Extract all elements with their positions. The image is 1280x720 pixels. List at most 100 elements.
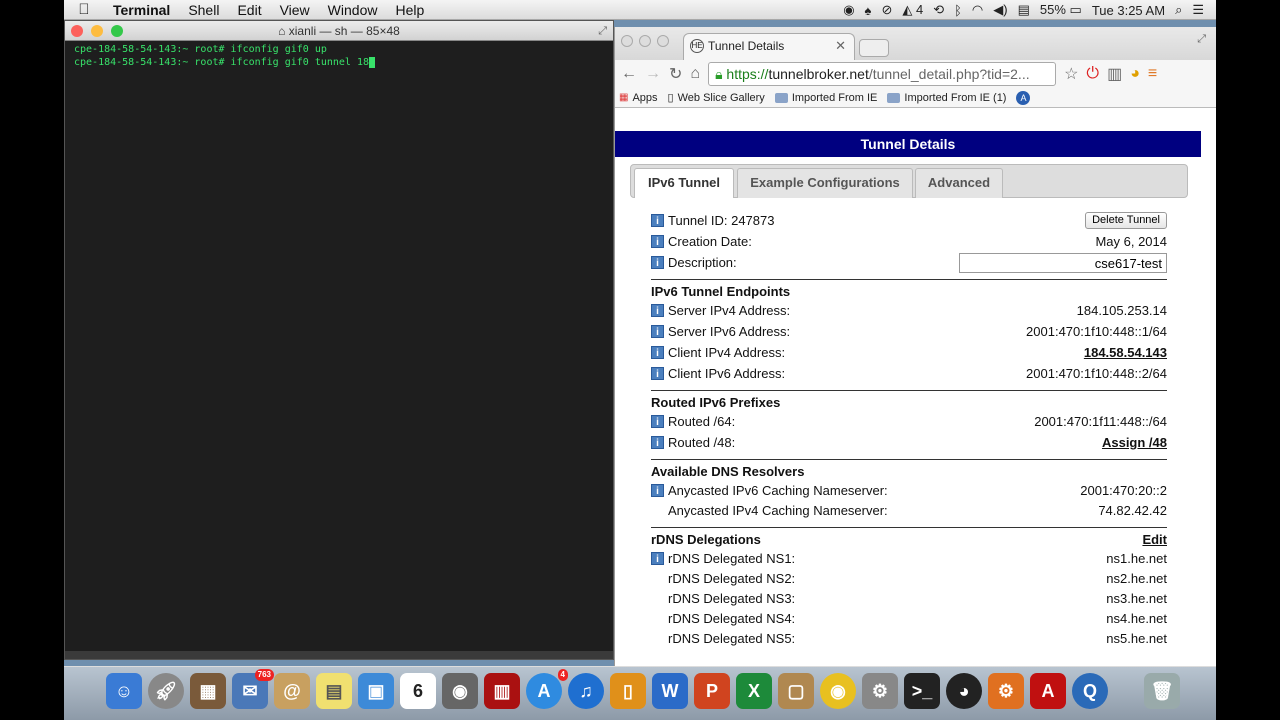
zoom-icon[interactable]: [657, 35, 669, 47]
settings-app-icon[interactable]: ⚙: [988, 673, 1024, 709]
assign-48-link[interactable]: Assign /48: [1102, 434, 1167, 452]
tab-strip: HE Tunnel Details ✕ ⤢: [615, 27, 1216, 60]
evernote-icon[interactable]: ♠: [865, 3, 872, 18]
photo-booth-icon[interactable]: ▥: [484, 673, 520, 709]
dashboard-icon[interactable]: ▦: [190, 673, 226, 709]
close-tab-icon[interactable]: ✕: [835, 34, 846, 58]
terminal-content[interactable]: cpe-184-58-54-143:~ root# ifconfig gif0 …: [65, 41, 613, 71]
qq-icon[interactable]: ◕: [946, 673, 982, 709]
trash-icon[interactable]: 🗑︎: [1144, 673, 1180, 709]
chrome-menu-icon[interactable]: ≡: [1148, 65, 1157, 83]
bookmark-star-icon[interactable]: ☆: [1064, 64, 1078, 84]
battery-percent: 55%: [1039, 2, 1066, 17]
spotlight-search-icon[interactable]: ⌕: [1175, 2, 1182, 18]
system-preferences-icon[interactable]: ⚙: [862, 673, 898, 709]
stickies-icon[interactable]: ▤: [316, 673, 352, 709]
tab-example-configurations[interactable]: Example Configurations: [737, 168, 913, 198]
forward-icon[interactable]: →: [645, 65, 661, 83]
menu-shell[interactable]: Shell: [179, 2, 228, 18]
info-icon[interactable]: i: [651, 367, 664, 380]
archive-utility-icon[interactable]: ▢: [778, 673, 814, 709]
info-icon[interactable]: i: [651, 304, 664, 317]
zoom-icon[interactable]: [111, 25, 123, 37]
menu-app-terminal[interactable]: Terminal: [104, 2, 179, 18]
address-bar[interactable]: 🔒︎ https://tunnelbroker.net/tunnel_detai…: [708, 62, 1057, 86]
bookmark-apps[interactable]: ▦ Apps: [619, 92, 658, 104]
volume-icon[interactable]: ◀): [993, 2, 1007, 18]
minimize-icon[interactable]: [91, 25, 103, 37]
bookmark-imported-from-ie-1[interactable]: Imported From IE (1): [887, 92, 1006, 104]
info-icon[interactable]: i: [651, 325, 664, 338]
minimize-icon[interactable]: [639, 35, 651, 47]
notification-center-icon[interactable]: ☰: [1192, 2, 1204, 18]
contacts-icon[interactable]: @: [274, 673, 310, 709]
terminal-titlebar[interactable]: ⌂ xianli — sh — 85×48 ⤢: [65, 21, 613, 41]
tab-advanced[interactable]: Advanced: [915, 168, 1003, 198]
info-icon[interactable]: i: [651, 436, 664, 449]
rdns-edit-link[interactable]: Edit: [1142, 532, 1167, 547]
preview-icon[interactable]: ▣: [358, 673, 394, 709]
new-tab-button[interactable]: [859, 39, 889, 57]
info-icon[interactable]: i: [651, 235, 664, 248]
notification-icon[interactable]: ◭ 4: [902, 2, 923, 18]
info-icon[interactable]: i: [651, 415, 664, 428]
delete-tunnel-button[interactable]: Delete Tunnel: [1085, 212, 1167, 229]
bookmark-web-slice-gallery[interactable]: ▯ Web Slice Gallery: [668, 91, 765, 105]
bookmark-app-icon[interactable]: A: [1016, 90, 1031, 105]
word-icon[interactable]: W: [652, 673, 688, 709]
tab-ipv6-tunnel[interactable]: IPv6 Tunnel: [634, 168, 734, 198]
menu-view[interactable]: View: [271, 2, 319, 18]
chrome-icon[interactable]: ◉: [820, 673, 856, 709]
info-icon[interactable]: i: [651, 484, 664, 497]
fullscreen-icon[interactable]: ⤢: [1197, 33, 1206, 46]
menu-window[interactable]: Window: [319, 2, 387, 18]
info-icon[interactable]: i: [651, 346, 664, 359]
menu-help[interactable]: Help: [386, 2, 433, 18]
facetime-icon[interactable]: ◉: [442, 673, 478, 709]
menu-edit[interactable]: Edit: [228, 2, 270, 18]
fullscreen-icon[interactable]: ⤢: [598, 21, 607, 41]
bookmark-label: Imported From IE (1): [904, 91, 1007, 104]
app-store-icon[interactable]: A4: [526, 669, 568, 709]
reload-icon[interactable]: ↻: [669, 64, 682, 84]
clock[interactable]: Tue 3:25 AM: [1092, 3, 1165, 18]
launchpad-icon[interactable]: 🚀︎: [148, 673, 184, 709]
sync-icon[interactable]: ⊘: [881, 2, 892, 18]
itunes-icon[interactable]: ♫: [568, 673, 604, 709]
trash-extension-icon[interactable]: ▥: [1107, 64, 1122, 84]
apple-menu-icon[interactable]: : [64, 1, 104, 18]
home-icon[interactable]: ⌂: [690, 65, 700, 83]
info-icon[interactable]: i: [651, 214, 664, 227]
server-ipv4-row: i Server IPv4 Address: 184.105.253.14: [651, 302, 1167, 320]
bluetooth-icon[interactable]: ᛒ: [954, 3, 962, 18]
bookmark-imported-from-ie[interactable]: Imported From IE: [774, 92, 877, 104]
powerpoint-icon[interactable]: P: [694, 673, 730, 709]
mail-icon[interactable]: ✉ 763: [232, 669, 274, 709]
record-icon[interactable]: ◉: [843, 2, 854, 18]
close-icon[interactable]: [71, 25, 83, 37]
finder-icon[interactable]: ☺: [106, 673, 142, 709]
time-machine-icon[interactable]: ⟲: [933, 2, 944, 18]
ibooks-icon[interactable]: ▯: [610, 673, 646, 709]
back-icon[interactable]: ←: [621, 65, 637, 83]
terminal-window[interactable]: ⌂ xianli — sh — 85×48 ⤢ cpe-184-58-54-14…: [64, 20, 614, 660]
info-icon[interactable]: i: [651, 256, 664, 269]
excel-icon[interactable]: X: [736, 673, 772, 709]
field-label: Anycasted IPv6 Caching Nameserver:: [668, 483, 888, 498]
info-icon[interactable]: i: [651, 552, 664, 565]
stop-extension-icon[interactable]: ⏻: [1086, 65, 1099, 83]
chrome-extension-icon[interactable]: ◕: [1130, 65, 1140, 83]
calendar-icon[interactable]: 6: [400, 673, 436, 709]
quicktime-icon[interactable]: Q: [1072, 673, 1108, 709]
acrobat-icon[interactable]: A: [1030, 673, 1066, 709]
battery-status[interactable]: 55% ▭: [1040, 2, 1082, 18]
close-icon[interactable]: [621, 35, 633, 47]
client-ipv4-link[interactable]: 184.58.54.143: [1084, 344, 1167, 362]
terminal-icon[interactable]: >_: [904, 673, 940, 709]
terminal-line: cpe-184-58-54-143:~ root# ifconfig gif0 …: [74, 44, 327, 55]
flag-icon[interactable]: ▤: [1018, 2, 1030, 18]
description-field[interactable]: [959, 253, 1167, 273]
url-path: /tunnel_detail.php?tid=2...: [868, 66, 1030, 82]
wifi-icon[interactable]: ◠: [972, 2, 983, 18]
browser-tab[interactable]: HE Tunnel Details ✕: [683, 33, 855, 60]
